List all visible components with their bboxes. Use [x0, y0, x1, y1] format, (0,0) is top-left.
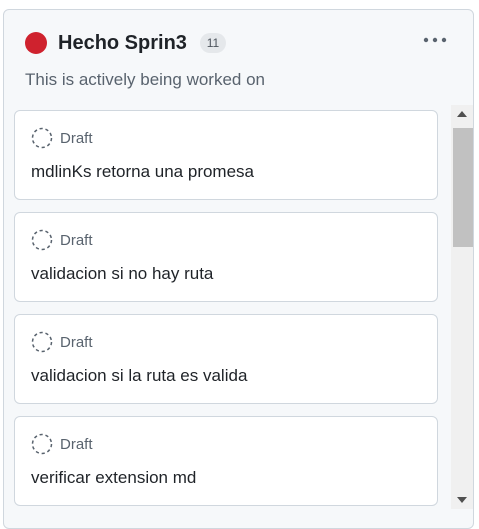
draft-circle-icon	[31, 229, 53, 251]
draft-card[interactable]: Draft validacion si no hay ruta	[14, 212, 438, 302]
draft-label: Draft	[60, 231, 93, 249]
draft-circle-icon	[31, 433, 53, 455]
draft-status: Draft	[31, 127, 93, 149]
scrollbar-thumb[interactable]	[453, 128, 473, 247]
status-dot-icon	[25, 32, 47, 54]
card-title[interactable]: validacion si la ruta es valida	[31, 365, 247, 387]
draft-status: Draft	[31, 433, 93, 455]
draft-label: Draft	[60, 333, 93, 351]
draft-label: Draft	[60, 129, 93, 147]
card-title[interactable]: validacion si no hay ruta	[31, 263, 213, 285]
card-title[interactable]: mdlinKs retorna una promesa	[31, 161, 254, 183]
scroll-down-button[interactable]	[451, 491, 473, 509]
scroll-up-button[interactable]	[451, 105, 473, 123]
draft-card[interactable]: Draft verificar extension md	[14, 416, 438, 506]
draft-status: Draft	[31, 331, 93, 353]
column-title: Hecho Sprin3	[58, 32, 187, 54]
draft-card[interactable]: Draft mdlinKs retorna una promesa	[14, 110, 438, 200]
column-menu-button[interactable]	[419, 28, 451, 52]
draft-circle-icon	[31, 331, 53, 353]
triangle-down-icon	[457, 497, 467, 503]
kebab-horizontal-icon	[423, 37, 447, 43]
card-list: Draft mdlinKs retorna una promesa Draft …	[14, 110, 439, 518]
card-title[interactable]: verificar extension md	[31, 467, 196, 489]
column-description: This is actively being worked on	[25, 70, 266, 89]
vertical-scrollbar[interactable]	[451, 105, 473, 509]
draft-status: Draft	[31, 229, 93, 251]
triangle-up-icon	[457, 111, 467, 117]
item-count-badge: 11	[200, 33, 226, 53]
board-column: Hecho Sprin3 11 This is actively being w…	[3, 9, 474, 529]
column-header: Hecho Sprin3 11 This is actively being w…	[4, 10, 473, 106]
draft-label: Draft	[60, 435, 93, 453]
draft-card[interactable]: Draft validacion si la ruta es valida	[14, 314, 438, 404]
draft-circle-icon	[31, 127, 53, 149]
